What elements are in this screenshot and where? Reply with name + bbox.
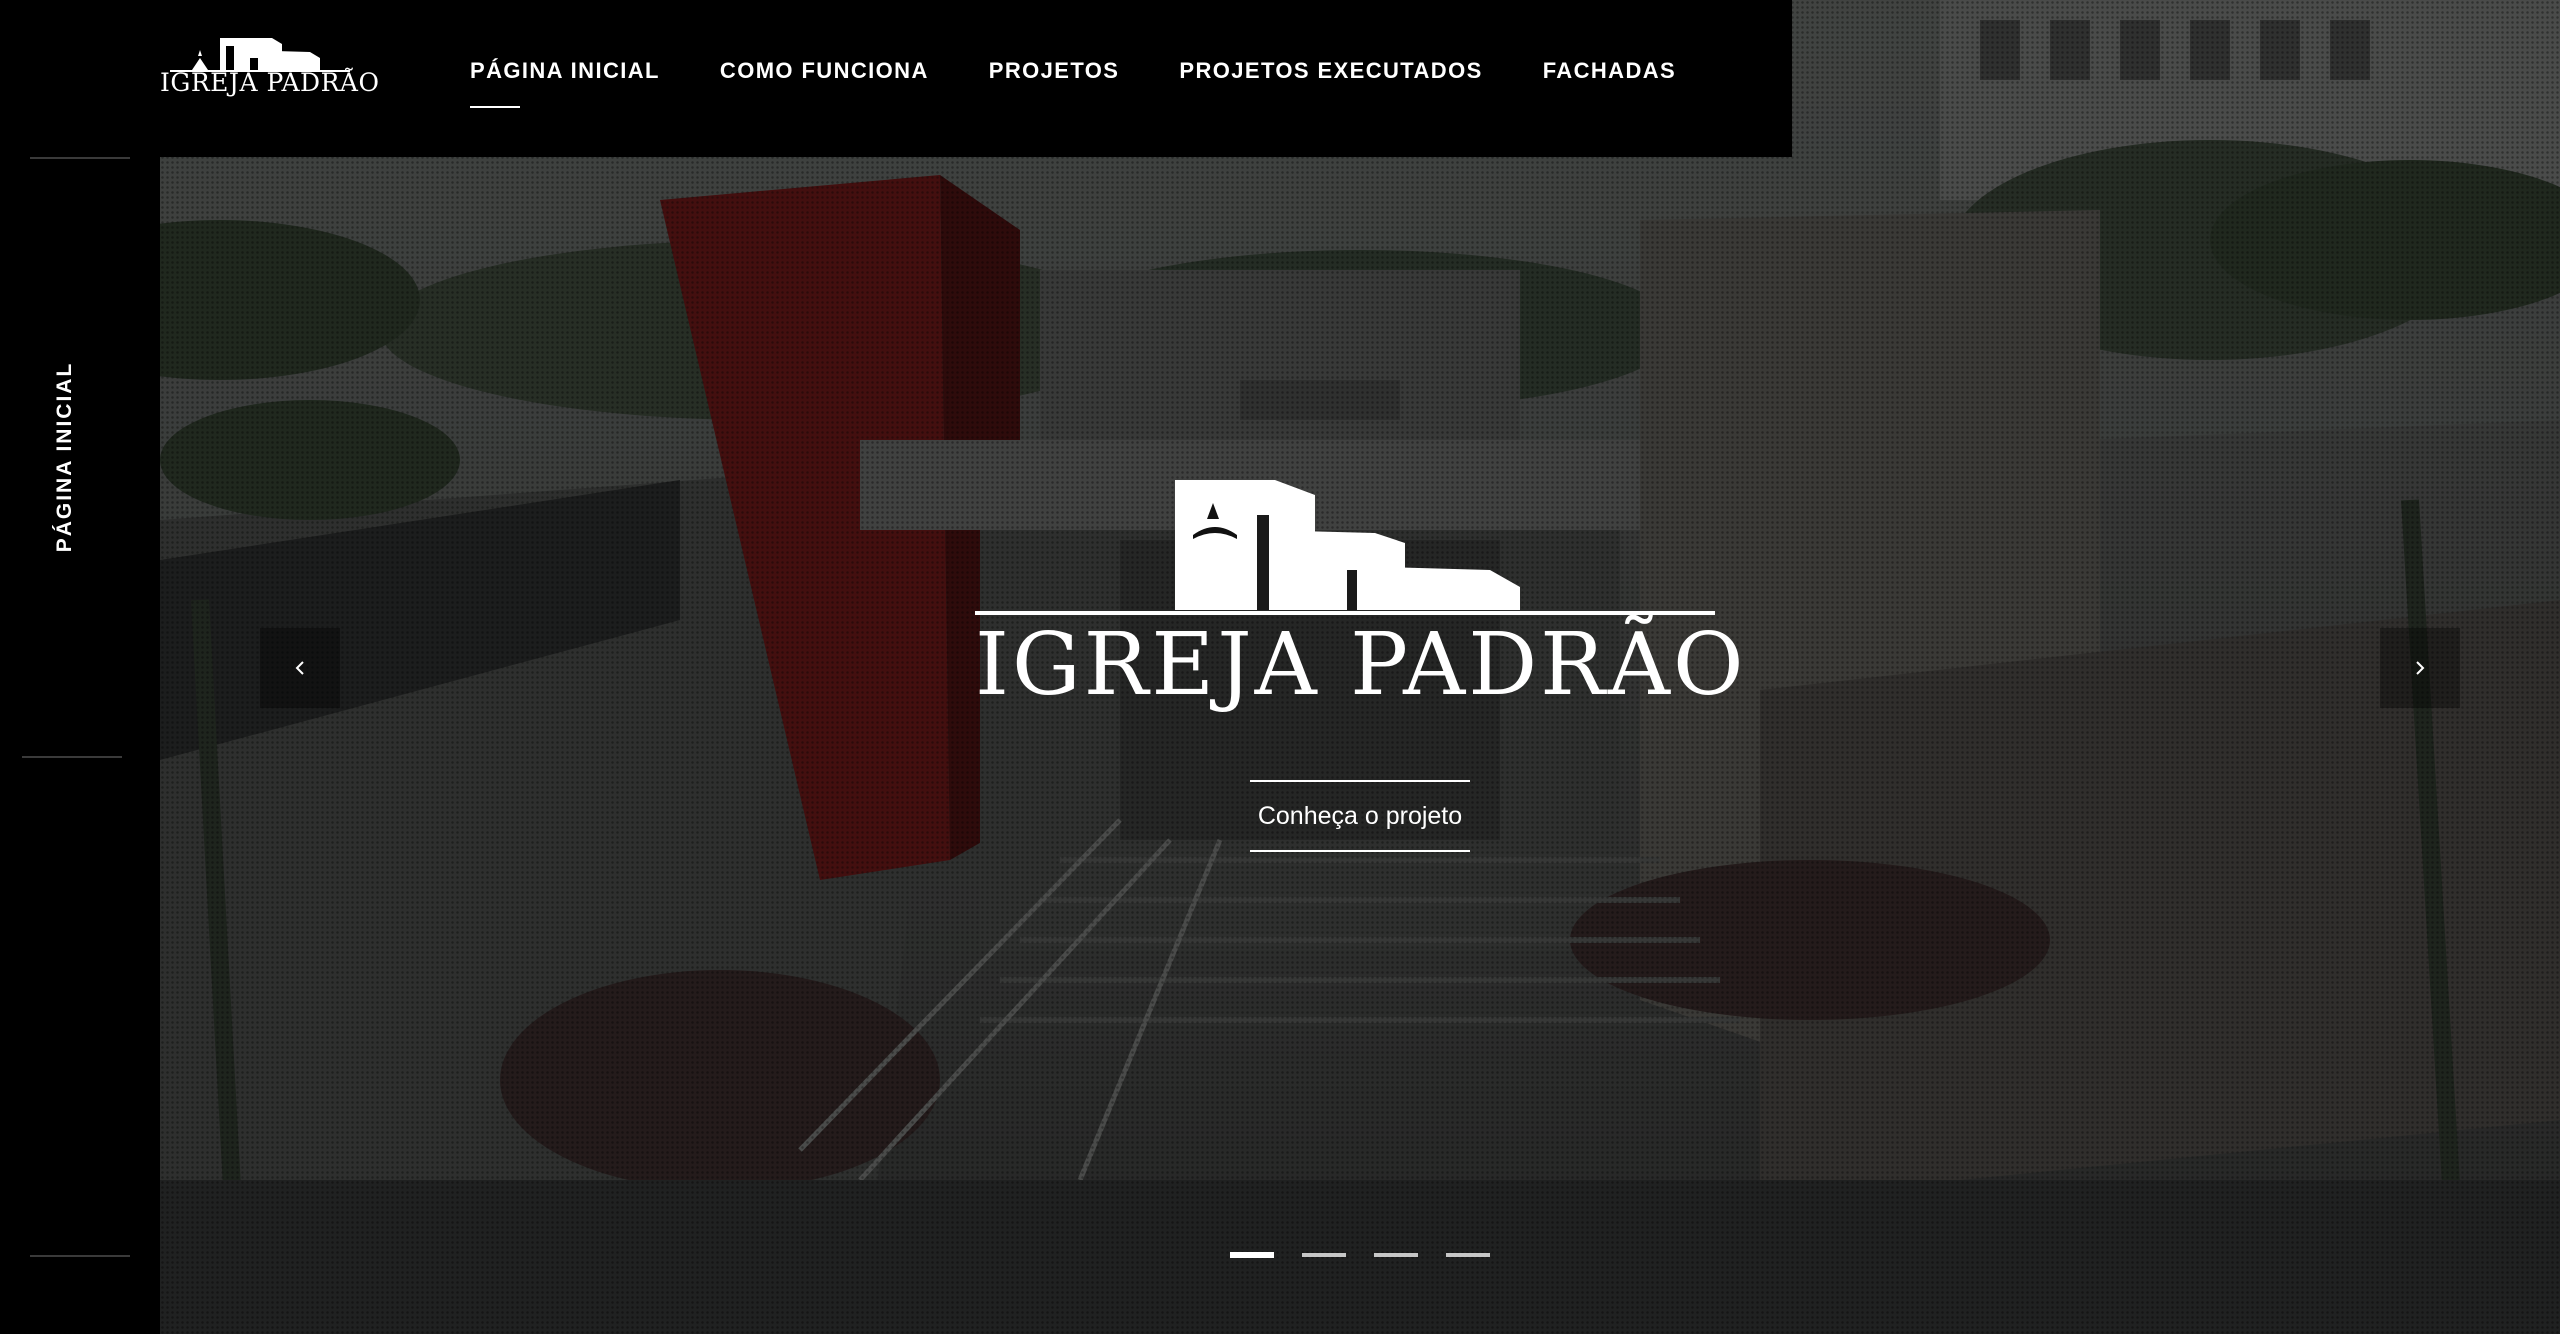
cta-bottom-line [1250,850,1470,852]
sidebar-divider [22,756,122,758]
slide-indicator-2[interactable] [1302,1253,1346,1257]
main-nav: PÁGINA INICIAL COMO FUNCIONA PROJETOS PR… [470,58,1736,108]
slide-indicator-4[interactable] [1446,1253,1490,1257]
cta-top-line [1250,780,1470,782]
sidebar-divider [30,157,130,159]
hero-logo: IGREJA PADRÃO [975,475,1747,715]
slider-pagination [1230,1252,1490,1258]
nav-item-projetos[interactable]: PROJETOS [989,58,1120,84]
sidebar-section-label: PÁGINA INICIAL [53,361,76,553]
chevron-left-icon [295,661,304,675]
logo-text: IGREJA PADRÃO [160,68,380,97]
hero-title: IGREJA PADRÃO [975,615,1747,715]
header: IGREJA PADRÃO PÁGINA INICIAL COMO FUNCIO… [0,0,1792,157]
site-logo[interactable]: IGREJA PADRÃO [160,36,380,106]
nav-item-projetos-executados[interactable]: PROJETOS EXECUTADOS [1179,58,1482,84]
chevron-right-icon [2416,661,2425,675]
slider-next-button[interactable] [2380,628,2460,708]
nav-item-como-funciona[interactable]: COMO FUNCIONA [720,58,929,84]
cta-label: Conheça o projeto [1257,802,1463,830]
slider-prev-button[interactable] [260,628,340,708]
sidebar-divider [30,1255,130,1257]
nav-item-fachadas[interactable]: FACHADAS [1543,58,1676,84]
nav-item-pagina-inicial[interactable]: PÁGINA INICIAL [470,58,660,108]
cta-conheca-o-projeto[interactable]: Conheça o projeto [1250,780,1470,852]
slide-indicator-3[interactable] [1374,1253,1418,1257]
section-sidebar: PÁGINA INICIAL [0,157,160,1334]
slide-indicator-1[interactable] [1230,1252,1274,1258]
church-building-logo-icon [975,480,1715,615]
